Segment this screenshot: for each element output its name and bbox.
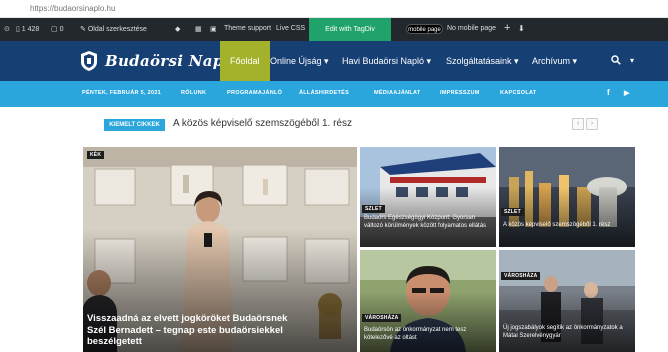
nav-item-szolgaltatasaink[interactable]: Szolgáltatásaink ▾ [446, 41, 519, 81]
nav-item-online-ujsag[interactable]: Online Újság ▾ [270, 41, 329, 81]
article-tile-factory[interactable]: VÁROSHÁZA Új jogszabályok segítik az önk… [499, 250, 635, 352]
plus-icon[interactable]: + [504, 22, 510, 34]
search-icon[interactable] [611, 41, 621, 81]
live-css-link[interactable]: Live CSS [276, 25, 305, 32]
facebook-icon[interactable]: f [607, 88, 610, 97]
diamond-icon[interactable]: ◆ [175, 25, 180, 33]
subnav-item-mediaajanlat[interactable]: MÉDIAAJÁNLAT [374, 90, 421, 96]
admin-counter[interactable]: ▯ 1 428 [16, 25, 39, 33]
admin-bar: ⊙ ▯ 1 428 ▢ 0 ✎ Oldal szerkesztése ◆ ▦ ▣… [0, 18, 668, 56]
subnav-item-kapcsolat[interactable]: KAPCSOLAT [500, 90, 537, 96]
article-tile-health-center[interactable]: SZLET Budaörs Egészségügyi Központ: Gyor… [360, 147, 496, 247]
crest-icon [81, 51, 97, 71]
site-header: Budaörsi Napló Főoldal Online Újság ▾ Ha… [0, 41, 668, 81]
tile-title[interactable]: Budaörsön az önkormányzat nem tesz kötel… [364, 326, 492, 342]
tile-title[interactable]: A közös képviselő szemszögéből 1. rész [503, 221, 631, 229]
category-badge[interactable]: SZLET [362, 205, 385, 213]
article-tile-vaccination[interactable]: VÁROSHÁZA Budaörsön az önkormányzat nem … [360, 250, 496, 352]
subnav-item-rolunk[interactable]: RÓLUNK [181, 90, 206, 96]
subnav-item-programajanlo[interactable]: PROGRAMAJÁNLÓ [227, 90, 282, 96]
category-badge[interactable]: VÁROSHÁZA [362, 314, 402, 322]
breaking-news-bar: KIEMELT CIKKEK A közös képviselő szemszö… [0, 107, 668, 143]
category-badge[interactable]: VÁROSHÁZA [501, 272, 541, 280]
no-mobile-page-label[interactable]: No mobile page [447, 25, 496, 32]
grid-icon[interactable]: ▦ [195, 25, 202, 33]
secondary-nav: PÉNTEK, FEBRUÁR 5, 2021 RÓLUNK PROGRAMAJ… [0, 81, 668, 107]
customize-link[interactable]: ✎ Oldal szerkesztése [80, 25, 147, 33]
edit-with-composer-button[interactable]: Edit with TagDiv Composer [309, 18, 391, 56]
nav-item-archivum[interactable]: Archívum ▾ [532, 41, 577, 81]
article-tile-common-rep[interactable]: SZLET A közös képviselő szemszögéből 1. … [499, 147, 635, 247]
tile-title[interactable]: Új jogszabályok segítik az önkormányzato… [503, 324, 631, 340]
new-icon[interactable]: ▣ [210, 25, 217, 33]
mobile-page-toggle[interactable]: mobile page [406, 24, 443, 34]
youtube-icon[interactable]: ▶ [624, 89, 630, 97]
url-text[interactable]: https://budaorsinaplo.hu [30, 4, 115, 13]
featured-article-main[interactable]: KÉK Visszaadná az elvett jogköröket Buda… [83, 147, 357, 352]
nav-item-fooldal[interactable]: Főoldal [220, 41, 270, 81]
current-date: PÉNTEK, FEBRUÁR 5, 2021 [82, 90, 162, 96]
nav-item-havi-budaorsi-naplo[interactable]: Havi Budaörsi Napló ▾ [342, 41, 431, 81]
chevron-down-icon[interactable]: ▾ [630, 41, 634, 81]
category-badge[interactable]: KÉK [87, 151, 105, 159]
breaking-tag: KIEMELT CIKKEK [104, 119, 165, 131]
prev-arrow-icon[interactable]: ‹ [572, 118, 584, 130]
browser-url-bar[interactable]: https://budaorsinaplo.hu [0, 0, 668, 18]
comments-counter[interactable]: ▢ 0 [51, 25, 63, 33]
featured-title[interactable]: Visszaadná az elvett jogköröket Budaörsn… [87, 313, 307, 348]
breaking-headline[interactable]: A közös képviselő szemszögéből 1. rész [173, 118, 352, 129]
tile-overlay [499, 187, 635, 247]
theme-support-link[interactable]: Theme support [224, 25, 271, 32]
subnav-item-allashirdetes[interactable]: ÁLLÁSHIRDETÉS [299, 90, 349, 96]
tile-overlay [499, 290, 635, 352]
next-arrow-icon[interactable]: › [586, 118, 598, 130]
wordpress-icon[interactable]: ⊙ [4, 25, 10, 33]
download-icon[interactable]: ⬇ [518, 24, 525, 33]
subnav-item-impresszum[interactable]: IMPRESSZUM [440, 90, 480, 96]
category-badge[interactable]: SZLET [501, 208, 524, 216]
tile-title[interactable]: Budaörs Egészségügyi Központ: Gyorsan vá… [364, 214, 492, 230]
